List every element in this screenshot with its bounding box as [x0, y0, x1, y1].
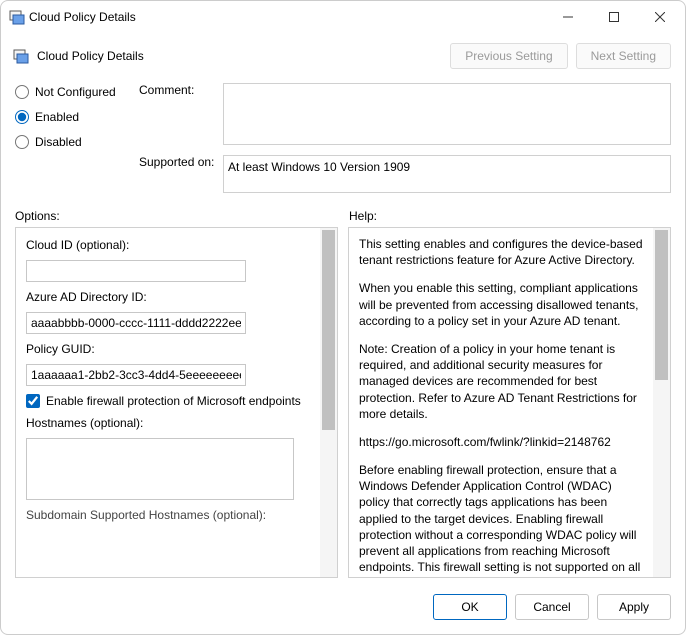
radio-disabled-label: Disabled	[35, 135, 82, 149]
titlebar: Cloud Policy Details	[1, 1, 685, 33]
options-scrollbar[interactable]	[320, 228, 337, 577]
config-area: Not Configured Enabled Disabled Comment:…	[1, 77, 685, 201]
radio-disabled[interactable]: Disabled	[15, 135, 135, 149]
options-panel: Cloud ID (optional): Azure AD Directory …	[15, 227, 338, 578]
radio-disabled-input[interactable]	[15, 135, 29, 149]
options-content: Cloud ID (optional): Azure AD Directory …	[16, 228, 337, 577]
radio-enabled[interactable]: Enabled	[15, 110, 135, 124]
comment-label: Comment:	[139, 83, 219, 97]
help-scrollbar-thumb[interactable]	[655, 230, 668, 380]
help-link-text: https://go.microsoft.com/fwlink/?linkid=…	[359, 434, 644, 450]
help-paragraph: When you enable this setting, compliant …	[359, 280, 644, 329]
help-paragraph: Note: Creation of a policy in your home …	[359, 341, 644, 422]
cloud-id-label: Cloud ID (optional):	[26, 238, 313, 252]
previous-setting-button[interactable]: Previous Setting	[450, 43, 567, 69]
cancel-button[interactable]: Cancel	[515, 594, 589, 620]
close-button[interactable]	[637, 2, 683, 32]
next-setting-button[interactable]: Next Setting	[576, 43, 671, 69]
ok-button[interactable]: OK	[433, 594, 507, 620]
radio-enabled-input[interactable]	[15, 110, 29, 124]
options-scrollbar-thumb[interactable]	[322, 230, 335, 430]
subdomain-hostnames-label: Subdomain Supported Hostnames (optional)…	[26, 508, 313, 522]
firewall-checkbox[interactable]	[26, 394, 40, 408]
help-section-label: Help:	[349, 209, 671, 223]
footer: OK Cancel Apply	[1, 584, 685, 634]
cloud-id-input[interactable]	[26, 260, 246, 282]
maximize-button[interactable]	[591, 2, 637, 32]
comment-textarea[interactable]	[223, 83, 671, 145]
help-paragraph: Before enabling firewall protection, ens…	[359, 462, 644, 577]
hostnames-label: Hostnames (optional):	[26, 416, 313, 430]
directory-id-input[interactable]	[26, 312, 246, 334]
app-icon	[9, 9, 25, 25]
radio-not-configured-label: Not Configured	[35, 85, 116, 99]
subheader: Cloud Policy Details Previous Setting Ne…	[1, 33, 685, 77]
firewall-checkbox-row[interactable]: Enable firewall protection of Microsoft …	[26, 394, 313, 408]
policy-window: Cloud Policy Details Cloud Policy Detail…	[0, 0, 686, 635]
panel-labels: Options: Help:	[1, 201, 685, 227]
state-radio-group: Not Configured Enabled Disabled	[15, 83, 135, 149]
supported-on-label: Supported on:	[139, 155, 219, 169]
help-content: This setting enables and configures the …	[349, 228, 670, 577]
help-panel: This setting enables and configures the …	[348, 227, 671, 578]
radio-not-configured[interactable]: Not Configured	[15, 85, 135, 99]
policy-guid-label: Policy GUID:	[26, 342, 313, 356]
options-section-label: Options:	[15, 209, 349, 223]
help-scrollbar[interactable]	[653, 228, 670, 577]
panels: Cloud ID (optional): Azure AD Directory …	[1, 227, 685, 584]
apply-button[interactable]: Apply	[597, 594, 671, 620]
radio-not-configured-input[interactable]	[15, 85, 29, 99]
minimize-button[interactable]	[545, 2, 591, 32]
directory-id-label: Azure AD Directory ID:	[26, 290, 313, 304]
hostnames-textarea[interactable]	[26, 438, 294, 500]
firewall-checkbox-label: Enable firewall protection of Microsoft …	[46, 394, 301, 408]
radio-enabled-label: Enabled	[35, 110, 79, 124]
policy-icon	[13, 48, 29, 64]
window-title: Cloud Policy Details	[25, 10, 545, 24]
supported-on-text	[223, 155, 671, 193]
help-paragraph: This setting enables and configures the …	[359, 236, 644, 268]
subheader-title: Cloud Policy Details	[37, 49, 442, 63]
policy-guid-input[interactable]	[26, 364, 246, 386]
